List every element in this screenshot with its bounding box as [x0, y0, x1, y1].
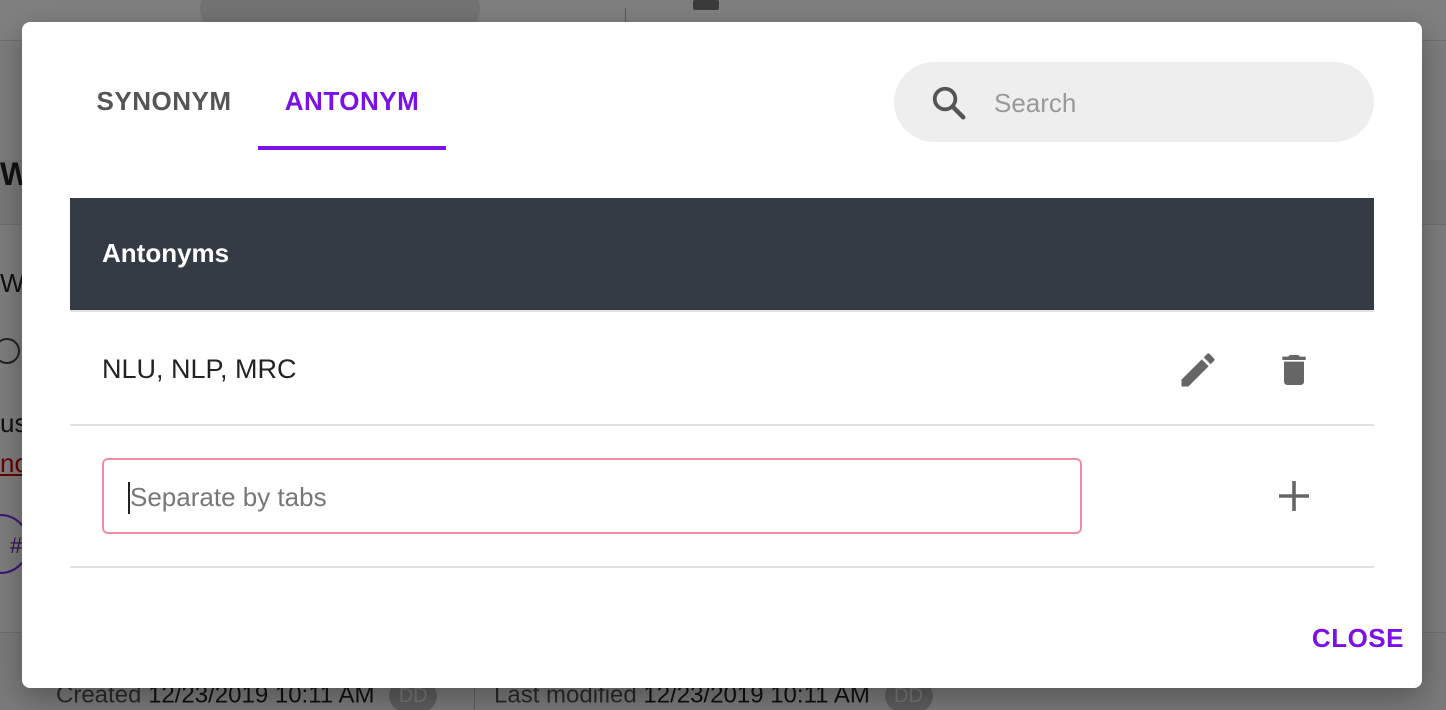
- delete-icon[interactable]: [1274, 348, 1314, 392]
- tab-synonym[interactable]: SYNONYM: [70, 82, 258, 150]
- search-input[interactable]: [992, 76, 1346, 130]
- table-row: NLU, NLP, MRC: [70, 310, 1374, 426]
- antonym-entry-text: NLU, NLP, MRC: [102, 354, 297, 384]
- new-entry-input[interactable]: [128, 470, 1052, 524]
- table-header-label: Antonyms: [102, 238, 230, 268]
- close-button[interactable]: CLOSE: [1284, 618, 1404, 658]
- tab-antonym-label: ANTONYM: [284, 86, 420, 116]
- edit-icon[interactable]: [1176, 348, 1220, 392]
- text-caret: [128, 482, 130, 514]
- tab-synonym-label: SYNONYM: [96, 86, 232, 116]
- plus-icon[interactable]: [1276, 478, 1312, 514]
- tab-antonym[interactable]: ANTONYM: [258, 82, 446, 150]
- new-entry-field[interactable]: [102, 458, 1082, 534]
- search-box[interactable]: [894, 62, 1374, 142]
- table-header: Antonyms: [70, 198, 1374, 310]
- add-entry-row: [70, 426, 1374, 568]
- antonym-dialog: SYNONYM ANTONYM Antonyms NLU, NLP, MRC: [22, 22, 1422, 688]
- search-icon: [932, 86, 966, 120]
